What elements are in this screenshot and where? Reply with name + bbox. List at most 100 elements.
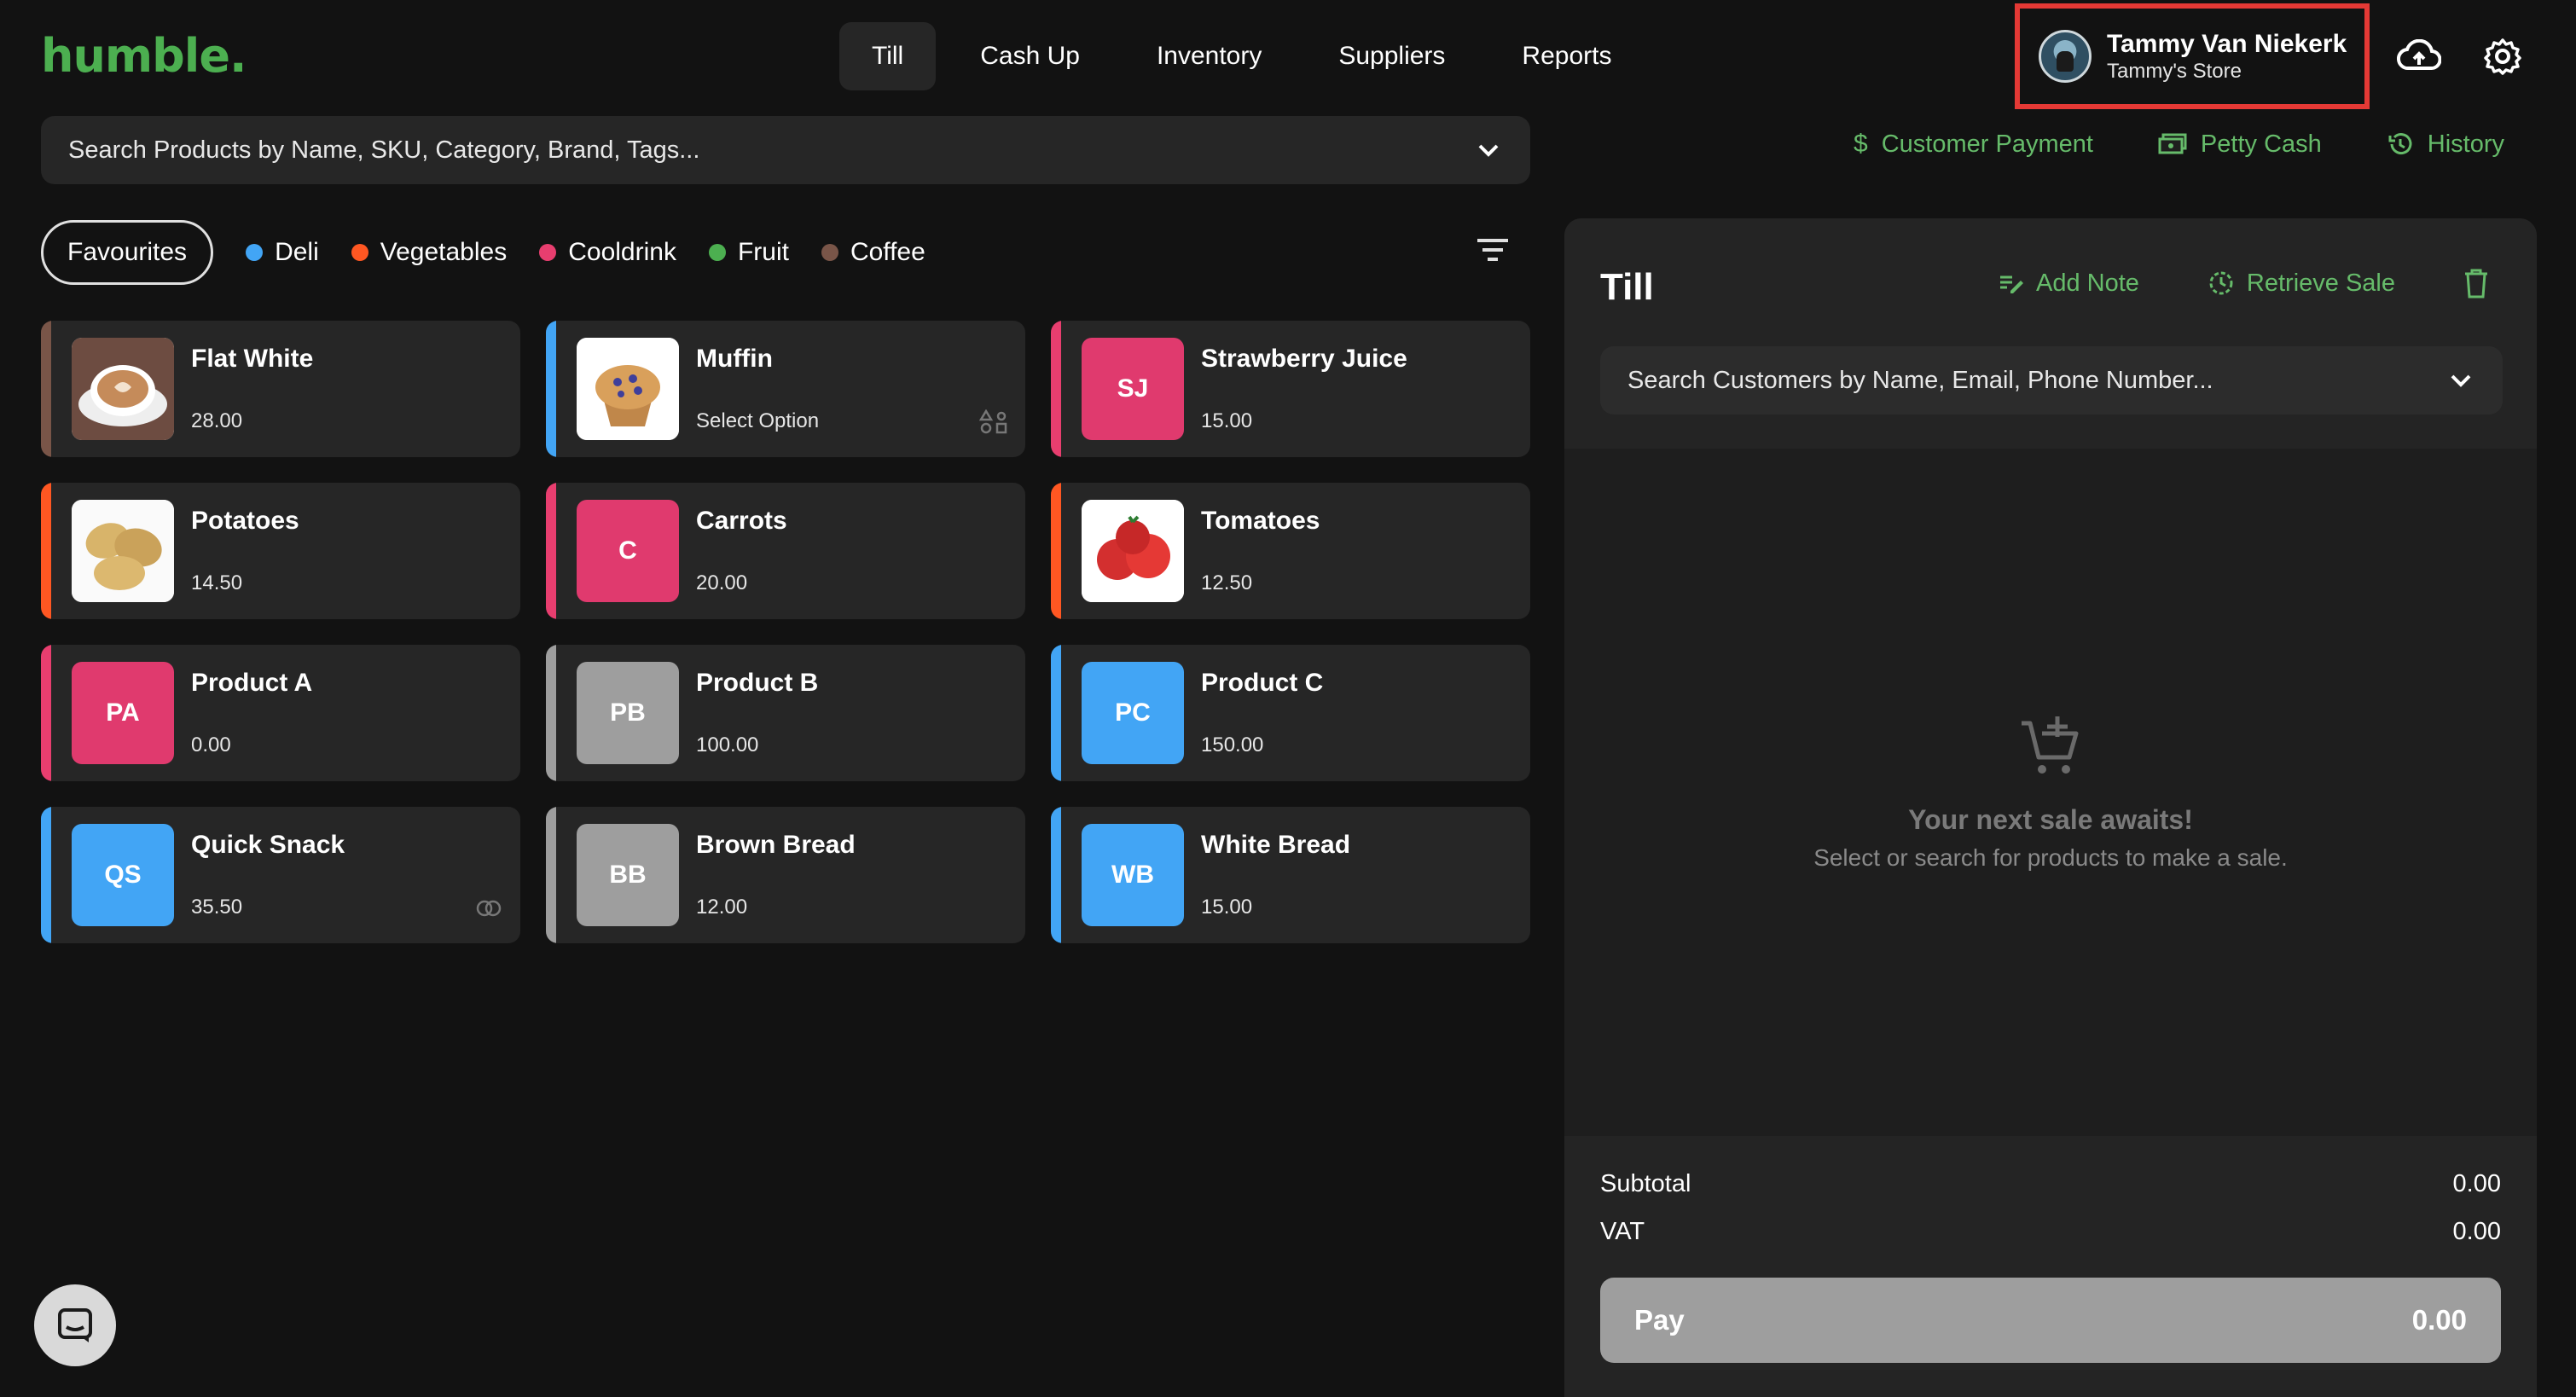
history-link[interactable]: History — [2387, 130, 2504, 159]
category-label: Deli — [275, 238, 319, 266]
chevron-down-icon[interactable] — [1474, 136, 1503, 165]
product-info: Product B 100.00 — [696, 669, 818, 757]
muffin-image — [577, 338, 679, 440]
tab-till[interactable]: Till — [839, 22, 937, 90]
category-label: Cooldrink — [568, 238, 676, 266]
product-price: 12.50 — [1201, 571, 1253, 594]
user-profile-button[interactable]: Tammy Van Niekerk Tammy's Store — [2015, 3, 2370, 109]
petty-cash-link[interactable]: Petty Cash — [2158, 130, 2322, 159]
category-vegetables[interactable]: Vegetables — [351, 220, 507, 285]
category-favourites[interactable]: Favourites — [41, 220, 214, 285]
product-price: 28.00 — [191, 409, 243, 432]
product-name: Potatoes — [191, 507, 299, 535]
combo-icon — [476, 900, 502, 917]
product-card-product-a[interactable]: PA Product A 0.00 — [41, 645, 520, 781]
petty-cash-label: Petty Cash — [2200, 130, 2322, 158]
category-dot — [821, 244, 838, 261]
product-card-tomatoes[interactable]: Tomatoes 12.50 — [1051, 483, 1530, 619]
category-color-bar — [1051, 483, 1061, 619]
tab-cash-up[interactable]: Cash Up — [948, 22, 1112, 90]
category-label: Coffee — [850, 238, 925, 266]
product-price: 20.00 — [696, 571, 748, 594]
note-edit-icon — [1999, 275, 2023, 293]
vat-row: VAT 0.00 — [1600, 1218, 2501, 1246]
product-card-product-b[interactable]: PB Product B 100.00 — [546, 645, 1025, 781]
product-card-brown-bread[interactable]: BB Brown Bread 12.00 — [546, 807, 1025, 943]
category-color-bar — [546, 645, 556, 781]
product-info: Product C 150.00 — [1201, 669, 1323, 757]
product-card-quick-snack[interactable]: QS Quick Snack 35.50 — [41, 807, 520, 943]
product-card-potatoes[interactable]: Potatoes 14.50 — [41, 483, 520, 619]
retrieve-sale-label: Retrieve Sale — [2246, 269, 2395, 297]
retrieve-clock-icon — [2209, 271, 2233, 295]
cloud-upload-icon[interactable] — [2393, 31, 2445, 82]
product-initials-tile: PA — [72, 662, 174, 764]
tab-inventory[interactable]: Inventory — [1124, 22, 1294, 90]
user-info: Tammy Van Niekerk Tammy's Store — [2107, 29, 2347, 84]
main-nav: Till Cash Up Inventory Suppliers Reports — [839, 22, 1644, 90]
category-cooldrink[interactable]: Cooldrink — [539, 220, 676, 285]
category-dot — [351, 244, 368, 261]
gear-icon[interactable] — [2477, 31, 2528, 82]
product-price: 150.00 — [1201, 733, 1264, 756]
product-name: White Bread — [1201, 831, 1351, 859]
category-color-bar — [41, 645, 51, 781]
category-label: Fruit — [737, 238, 789, 266]
user-name: Tammy Van Niekerk — [2107, 30, 2347, 58]
category-coffee[interactable]: Coffee — [821, 220, 925, 285]
product-card-white-bread[interactable]: WB White Bread 15.00 — [1051, 807, 1530, 943]
category-deli[interactable]: Deli — [246, 220, 319, 285]
chevron-down-icon[interactable] — [2446, 366, 2475, 395]
product-name: Flat White — [191, 345, 314, 373]
category-color-bar — [1051, 321, 1061, 457]
product-info: Brown Bread 12.00 — [696, 831, 856, 919]
quick-links: $ Customer Payment Petty Cash History — [1854, 130, 2504, 159]
product-initials-tile: SJ — [1082, 338, 1184, 440]
category-dot — [246, 244, 264, 261]
product-initials-tile: PC — [1082, 662, 1184, 764]
product-info: Flat White 28.00 — [191, 345, 313, 433]
product-initials-tile: WB — [1082, 824, 1184, 926]
product-card-carrots[interactable]: C Carrots 20.00 — [546, 483, 1025, 619]
pay-button[interactable]: Pay 0.00 — [1600, 1278, 2501, 1363]
customer-search-input[interactable]: Search Customers by Name, Email, Phone N… — [1600, 346, 2503, 414]
empty-subtitle: Select or search for products to make a … — [1813, 844, 2288, 871]
category-dot — [708, 244, 726, 261]
humble-logo[interactable]: humble. — [41, 29, 247, 83]
till-panel: Till Add Note Retrieve Sale Search Custo… — [1564, 218, 2537, 1397]
subtotal-row: Subtotal 0.00 — [1600, 1170, 2501, 1198]
product-card-flat-white[interactable]: Flat White 28.00 — [41, 321, 520, 457]
customer-payment-link[interactable]: $ Customer Payment — [1854, 130, 2093, 159]
chat-icon — [58, 1308, 92, 1342]
product-info: Quick Snack 35.50 — [191, 831, 345, 919]
tab-reports[interactable]: Reports — [1489, 22, 1644, 90]
category-color-bar — [546, 321, 556, 457]
product-price: 0.00 — [191, 733, 231, 756]
retrieve-sale-button[interactable]: Retrieve Sale — [2208, 270, 2395, 298]
user-store: Tammy's Store — [2107, 60, 2242, 83]
product-search-input[interactable]: Search Products by Name, SKU, Category, … — [41, 116, 1530, 184]
tomatoes-image — [1082, 500, 1184, 602]
add-to-cart-icon — [2022, 716, 2079, 774]
avatar — [2039, 30, 2092, 83]
category-color-bar — [1051, 645, 1061, 781]
category-fruit[interactable]: Fruit — [708, 220, 789, 285]
product-name: Product A — [191, 669, 313, 697]
product-card-strawberry-juice[interactable]: SJ Strawberry Juice 15.00 — [1051, 321, 1530, 457]
sort-icon[interactable] — [1476, 237, 1517, 271]
product-card-muffin[interactable]: Muffin Select Option — [546, 321, 1025, 457]
till-summary: Subtotal 0.00 VAT 0.00 Pay 0.00 — [1564, 1136, 2537, 1397]
product-info: White Bread 15.00 — [1201, 831, 1350, 919]
product-info: Product A 0.00 — [191, 669, 312, 757]
till-actions: Add Note Retrieve Sale — [1999, 268, 2489, 299]
category-color-bar — [1051, 807, 1061, 943]
product-price: 15.00 — [1201, 896, 1253, 919]
coffee-cup-image — [72, 338, 174, 440]
till-header: Till Add Note Retrieve Sale Search Custo… — [1564, 218, 2537, 449]
clear-sale-button[interactable] — [2463, 268, 2489, 299]
pay-label: Pay — [1634, 1304, 1685, 1336]
add-note-button[interactable]: Add Note — [1999, 270, 2139, 298]
tab-suppliers[interactable]: Suppliers — [1306, 22, 1477, 90]
product-card-product-c[interactable]: PC Product C 150.00 — [1051, 645, 1530, 781]
chat-support-button[interactable] — [34, 1284, 116, 1366]
